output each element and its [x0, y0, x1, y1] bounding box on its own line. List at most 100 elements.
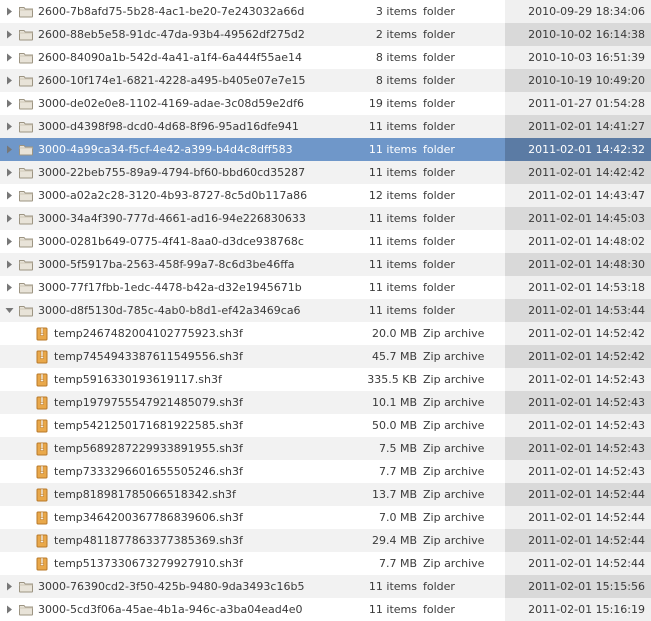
file-row[interactable]: temp5689287229933891955.sh3f7.5 MBZip ar…: [0, 437, 651, 460]
item-name: 2600-7b8afd75-5b28-4ac1-be20-7e243032a66…: [38, 5, 349, 18]
folder-row[interactable]: 2600-10f174e1-6821-4228-a495-b405e07e7e1…: [0, 69, 651, 92]
folder-row[interactable]: 3000-5f5917ba-2563-458f-99a7-8c6d3be46ff…: [0, 253, 651, 276]
item-date: 2010-10-03 16:51:39: [505, 46, 651, 69]
item-type: Zip archive: [419, 557, 505, 570]
file-row[interactable]: temp5421250171681922585.sh3f50.0 MBZip a…: [0, 414, 651, 437]
folder-icon: [18, 188, 34, 204]
folder-icon: [18, 579, 34, 595]
zip-archive-icon: [34, 441, 50, 457]
item-name: 3000-d8f5130d-785c-4ab0-b8d1-ef42a3469ca…: [38, 304, 349, 317]
folder-row[interactable]: 3000-d4398f98-dcd0-4d68-8f96-95ad16dfe94…: [0, 115, 651, 138]
disclosure-closed-icon[interactable]: [2, 260, 16, 269]
item-type: folder: [419, 189, 505, 202]
item-date: 2010-10-02 16:14:38: [505, 23, 651, 46]
item-size: 11 items: [349, 120, 419, 133]
zip-archive-icon: [34, 510, 50, 526]
item-size: 8 items: [349, 51, 419, 64]
item-date: 2011-02-01 14:48:02: [505, 230, 651, 253]
folder-row[interactable]: 2600-88eb5e58-91dc-47da-93b4-49562df275d…: [0, 23, 651, 46]
folder-row[interactable]: 3000-d8f5130d-785c-4ab0-b8d1-ef42a3469ca…: [0, 299, 651, 322]
item-type: Zip archive: [419, 465, 505, 478]
item-size: 3 items: [349, 5, 419, 18]
folder-icon: [18, 234, 34, 250]
item-name: 3000-d4398f98-dcd0-4d68-8f96-95ad16dfe94…: [38, 120, 349, 133]
item-type: folder: [419, 120, 505, 133]
item-size: 11 items: [349, 258, 419, 271]
folder-row[interactable]: 3000-de02e0e8-1102-4169-adae-3c08d59e2df…: [0, 92, 651, 115]
item-type: Zip archive: [419, 488, 505, 501]
zip-archive-icon: [34, 326, 50, 342]
item-name: 2600-10f174e1-6821-4228-a495-b405e07e7e1…: [38, 74, 349, 87]
file-row[interactable]: temp3464200367786839606.sh3f7.0 MBZip ar…: [0, 506, 651, 529]
disclosure-closed-icon[interactable]: [2, 605, 16, 614]
disclosure-closed-icon[interactable]: [2, 53, 16, 62]
item-name: temp7333296601655505246.sh3f: [54, 465, 349, 478]
item-name: temp5421250171681922585.sh3f: [54, 419, 349, 432]
zip-archive-icon: [34, 556, 50, 572]
disclosure-closed-icon[interactable]: [2, 582, 16, 591]
disclosure-closed-icon[interactable]: [2, 122, 16, 131]
disclosure-closed-icon[interactable]: [2, 237, 16, 246]
folder-row[interactable]: 3000-a02a2c28-3120-4b93-8727-8c5d0b117a8…: [0, 184, 651, 207]
folder-row[interactable]: 3000-0281b649-0775-4f41-8aa0-d3dce938768…: [0, 230, 651, 253]
item-size: 11 items: [349, 212, 419, 225]
folder-row[interactable]: 3000-4a99ca34-f5cf-4e42-a399-b4d4c8dff58…: [0, 138, 651, 161]
file-row[interactable]: temp7333296601655505246.sh3f7.7 MBZip ar…: [0, 460, 651, 483]
folder-row[interactable]: 3000-34a4f390-777d-4661-ad16-94e22683063…: [0, 207, 651, 230]
item-date: 2011-02-01 14:52:43: [505, 391, 651, 414]
zip-archive-icon: [34, 487, 50, 503]
folder-row[interactable]: 3000-76390cd2-3f50-425b-9480-9da3493c16b…: [0, 575, 651, 598]
item-name: temp5916330193619117.sh3f: [54, 373, 349, 386]
zip-archive-icon: [34, 533, 50, 549]
item-type: folder: [419, 304, 505, 317]
item-name: 3000-5f5917ba-2563-458f-99a7-8c6d3be46ff…: [38, 258, 349, 271]
folder-row[interactable]: 3000-77f17fbb-1edc-4478-b42a-d32e1945671…: [0, 276, 651, 299]
file-row[interactable]: temp1979755547921485079.sh3f10.1 MBZip a…: [0, 391, 651, 414]
item-size: 10.1 MB: [349, 396, 419, 409]
item-type: folder: [419, 5, 505, 18]
disclosure-closed-icon[interactable]: [2, 7, 16, 16]
folder-row[interactable]: 2600-7b8afd75-5b28-4ac1-be20-7e243032a66…: [0, 0, 651, 23]
disclosure-closed-icon[interactable]: [2, 30, 16, 39]
folder-row[interactable]: 3000-22beb755-89a9-4794-bf60-bbd60cd3528…: [0, 161, 651, 184]
item-type: folder: [419, 580, 505, 593]
folder-icon: [18, 211, 34, 227]
item-type: Zip archive: [419, 442, 505, 455]
disclosure-closed-icon[interactable]: [2, 168, 16, 177]
disclosure-closed-icon[interactable]: [2, 214, 16, 223]
file-row[interactable]: temp818981785066518342.sh3f13.7 MBZip ar…: [0, 483, 651, 506]
item-type: folder: [419, 97, 505, 110]
item-name: temp7454943387611549556.sh3f: [54, 350, 349, 363]
zip-archive-icon: [34, 464, 50, 480]
file-row[interactable]: temp2467482004102775923.sh3f20.0 MBZip a…: [0, 322, 651, 345]
disclosure-closed-icon[interactable]: [2, 99, 16, 108]
file-list[interactable]: 2600-7b8afd75-5b28-4ac1-be20-7e243032a66…: [0, 0, 651, 621]
item-size: 20.0 MB: [349, 327, 419, 340]
item-date: 2010-09-29 18:34:06: [505, 0, 651, 23]
folder-icon: [18, 257, 34, 273]
item-name: 3000-77f17fbb-1edc-4478-b42a-d32e1945671…: [38, 281, 349, 294]
file-row[interactable]: temp5137330673279927910.sh3f7.7 MBZip ar…: [0, 552, 651, 575]
disclosure-closed-icon[interactable]: [2, 191, 16, 200]
disclosure-closed-icon[interactable]: [2, 76, 16, 85]
disclosure-open-icon[interactable]: [2, 306, 16, 315]
file-row[interactable]: temp5916330193619117.sh3f335.5 KBZip arc…: [0, 368, 651, 391]
item-date: 2011-02-01 14:52:44: [505, 529, 651, 552]
item-type: folder: [419, 258, 505, 271]
file-row[interactable]: temp7454943387611549556.sh3f45.7 MBZip a…: [0, 345, 651, 368]
item-date: 2011-02-01 14:52:43: [505, 437, 651, 460]
item-size: 29.4 MB: [349, 534, 419, 547]
folder-row[interactable]: 3000-5cd3f06a-45ae-4b1a-946c-a3ba04ead4e…: [0, 598, 651, 621]
zip-archive-icon: [34, 372, 50, 388]
item-date: 2011-01-27 01:54:28: [505, 92, 651, 115]
item-size: 45.7 MB: [349, 350, 419, 363]
folder-icon: [18, 165, 34, 181]
folder-icon: [18, 142, 34, 158]
zip-archive-icon: [34, 349, 50, 365]
folder-icon: [18, 303, 34, 319]
disclosure-closed-icon[interactable]: [2, 145, 16, 154]
folder-row[interactable]: 2600-84090a1b-542d-4a41-a1f4-6a444f55ae1…: [0, 46, 651, 69]
disclosure-closed-icon[interactable]: [2, 283, 16, 292]
item-name: temp3464200367786839606.sh3f: [54, 511, 349, 524]
file-row[interactable]: temp4811877863377385369.sh3f29.4 MBZip a…: [0, 529, 651, 552]
